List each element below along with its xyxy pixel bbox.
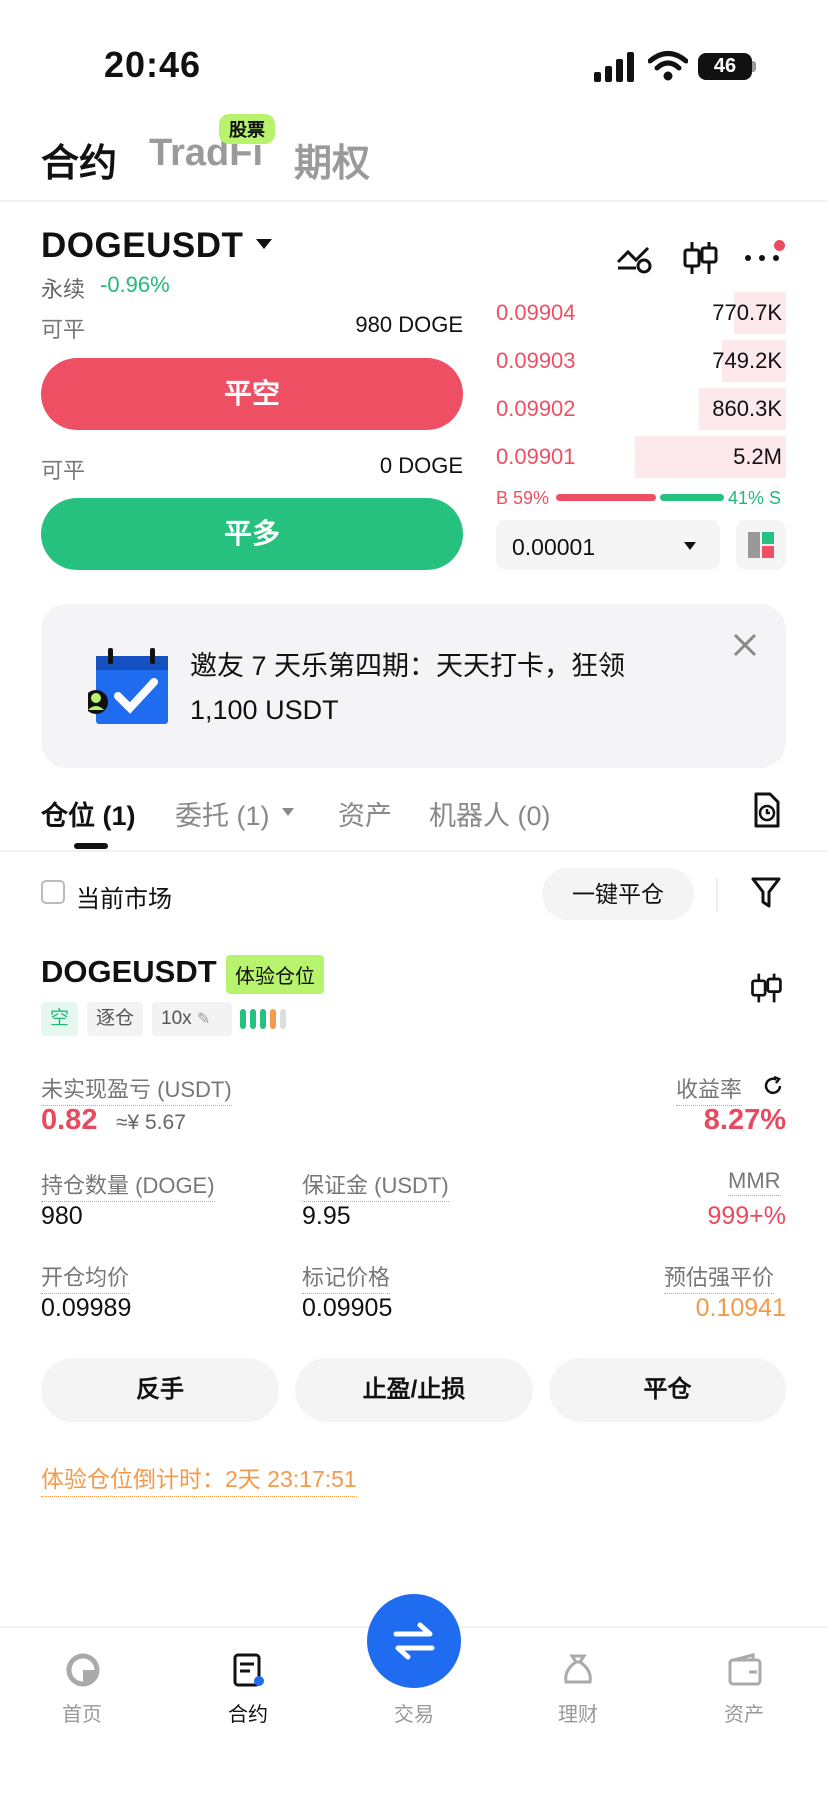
finance-icon[interactable] <box>560 1652 596 1688</box>
orderbook-layout-icon[interactable] <box>736 520 786 570</box>
roe-value: 8.27% <box>703 1104 786 1136</box>
entry-price-label[interactable]: 开仓均价 <box>41 1260 130 1294</box>
nav-trade[interactable]: 交易 <box>354 1698 474 1727</box>
trial-position-badge: 体验仓位 <box>226 955 324 994</box>
price-alert-icon[interactable] <box>614 240 654 276</box>
status-time: 20:46 <box>104 44 202 85</box>
roe-label[interactable]: 收益率 <box>676 1072 743 1106</box>
qty-value: 980 <box>41 1202 83 1230</box>
ask-price: 0.09904 <box>496 300 576 325</box>
assets-icon[interactable] <box>727 1652 763 1688</box>
mark-price-value: 0.09905 <box>302 1294 393 1322</box>
short-available-label: 可平 <box>41 317 86 342</box>
notification-dot <box>774 240 785 251</box>
banner-text: 邀友 7 天乐第四期：天天打卡，狂领 1,100 USDT <box>190 651 626 725</box>
pair-title[interactable]: DOGEUSDT <box>41 226 243 266</box>
ask-quantity: 860.3K <box>712 396 782 421</box>
margin-value[interactable]: 9.95 <box>302 1202 351 1231</box>
header-divider <box>0 200 828 202</box>
close-position-button[interactable]: 平仓 <box>549 1358 786 1422</box>
battery-indicator: 46 <box>698 53 752 80</box>
nav-finance[interactable]: 理财 <box>518 1698 638 1727</box>
mmr-value: 999+% <box>707 1202 786 1230</box>
tab-options[interactable]: 期权 <box>294 132 370 187</box>
filter-icon[interactable] <box>750 876 782 910</box>
sell-ratio: 41% S <box>728 488 782 508</box>
candlestick-icon[interactable] <box>748 970 784 1006</box>
nav-contract[interactable]: 合约 <box>188 1698 308 1727</box>
current-market-label[interactable]: 当前市场 <box>76 879 172 914</box>
cellular-signal-icon <box>594 52 634 82</box>
close-short-button[interactable]: 平空 <box>41 358 463 430</box>
mark-price-label[interactable]: 标记价格 <box>302 1260 391 1294</box>
tab-bots[interactable]: 机器人 (0) <box>429 794 551 833</box>
long-available-value: 0 DOGE <box>379 453 463 478</box>
upnl-value: 0.82 <box>41 1104 98 1136</box>
stock-badge: 股票 <box>219 114 275 144</box>
tab-assets[interactable]: 资产 <box>338 794 392 833</box>
chevron-down-icon[interactable] <box>684 542 696 550</box>
close-icon[interactable] <box>730 630 760 660</box>
calendar-check-icon <box>88 648 168 724</box>
position-pair[interactable]: DOGEUSDT <box>41 954 217 990</box>
ask-price: 0.09903 <box>496 348 576 373</box>
chevron-down-icon[interactable] <box>282 808 294 816</box>
leverage-value: 10x <box>161 1008 192 1029</box>
liq-price-label[interactable]: 预估强平价 <box>664 1260 775 1294</box>
ask-quantity: 749.2K <box>712 348 782 373</box>
swap-arrows-icon[interactable] <box>390 1617 438 1665</box>
current-market-checkbox[interactable] <box>41 880 65 904</box>
margin-label[interactable]: 保证金 (USDT) <box>302 1168 449 1202</box>
upnl-cny: ≈¥ 5.67 <box>116 1111 186 1134</box>
tab-contract[interactable]: 合约 <box>41 132 117 187</box>
battery-nub <box>752 61 756 72</box>
filter-separator <box>716 878 718 912</box>
mmr-label[interactable]: MMR <box>728 1168 781 1196</box>
orderbook-row[interactable]: 0.09901 5.2M <box>496 434 786 480</box>
ask-price: 0.09901 <box>496 444 576 469</box>
tab-positions[interactable]: 仓位 (1) <box>41 794 136 833</box>
ask-quantity: 5.2M <box>733 444 782 469</box>
tp-sl-button[interactable]: 止盈/止损 <box>295 1358 533 1422</box>
short-available-value: 980 DOGE <box>355 312 463 337</box>
qty-label[interactable]: 持仓数量 (DOGE) <box>41 1168 215 1202</box>
close-all-button[interactable]: 一键平仓 <box>542 868 694 920</box>
long-available-label: 可平 <box>41 458 86 483</box>
buy-ratio: B 59% <box>496 488 550 508</box>
margin-mode-chip: 逐仓 <box>87 1002 144 1036</box>
tab-orders[interactable]: 委托 (1) <box>175 794 270 833</box>
leverage-chip[interactable]: 10x ✎ <box>152 1002 232 1036</box>
buy-ratio-bar <box>556 494 656 501</box>
home-icon[interactable] <box>65 1652 101 1688</box>
price-change: -0.96% <box>100 272 170 297</box>
order-history-icon[interactable] <box>750 792 782 828</box>
refresh-icon[interactable] <box>762 1075 784 1097</box>
perpetual-label: 永续 <box>41 277 86 302</box>
nav-home[interactable]: 首页 <box>22 1698 142 1727</box>
reverse-button[interactable]: 反手 <box>41 1358 279 1422</box>
trial-countdown[interactable]: 体验仓位倒计时：2天 23:17:51 <box>41 1460 357 1497</box>
orderbook-row[interactable]: 0.09904 770.7K <box>496 290 786 336</box>
nav-assets[interactable]: 资产 <box>684 1698 804 1727</box>
risk-level-bars <box>240 1009 290 1034</box>
ask-price: 0.09902 <box>496 396 576 421</box>
tabs-divider <box>0 850 828 852</box>
orderbook-row[interactable]: 0.09902 860.3K <box>496 386 786 432</box>
side-chip: 空 <box>41 1002 79 1036</box>
liq-price-value: 0.10941 <box>695 1294 786 1322</box>
edit-icon: ✎ <box>196 1011 211 1028</box>
orderbook-row[interactable]: 0.09903 749.2K <box>496 338 786 384</box>
chevron-down-icon[interactable] <box>256 239 272 249</box>
ask-quantity: 770.7K <box>712 300 782 325</box>
close-long-button[interactable]: 平多 <box>41 498 463 570</box>
upnl-label[interactable]: 未实现盈亏 (USDT) <box>41 1072 232 1106</box>
sell-ratio-bar <box>660 494 724 501</box>
tab-active-indicator <box>74 843 108 849</box>
candlestick-icon[interactable] <box>680 240 720 276</box>
wifi-icon <box>648 51 688 81</box>
entry-price-value: 0.09989 <box>41 1294 132 1322</box>
contract-icon[interactable] <box>230 1652 266 1688</box>
